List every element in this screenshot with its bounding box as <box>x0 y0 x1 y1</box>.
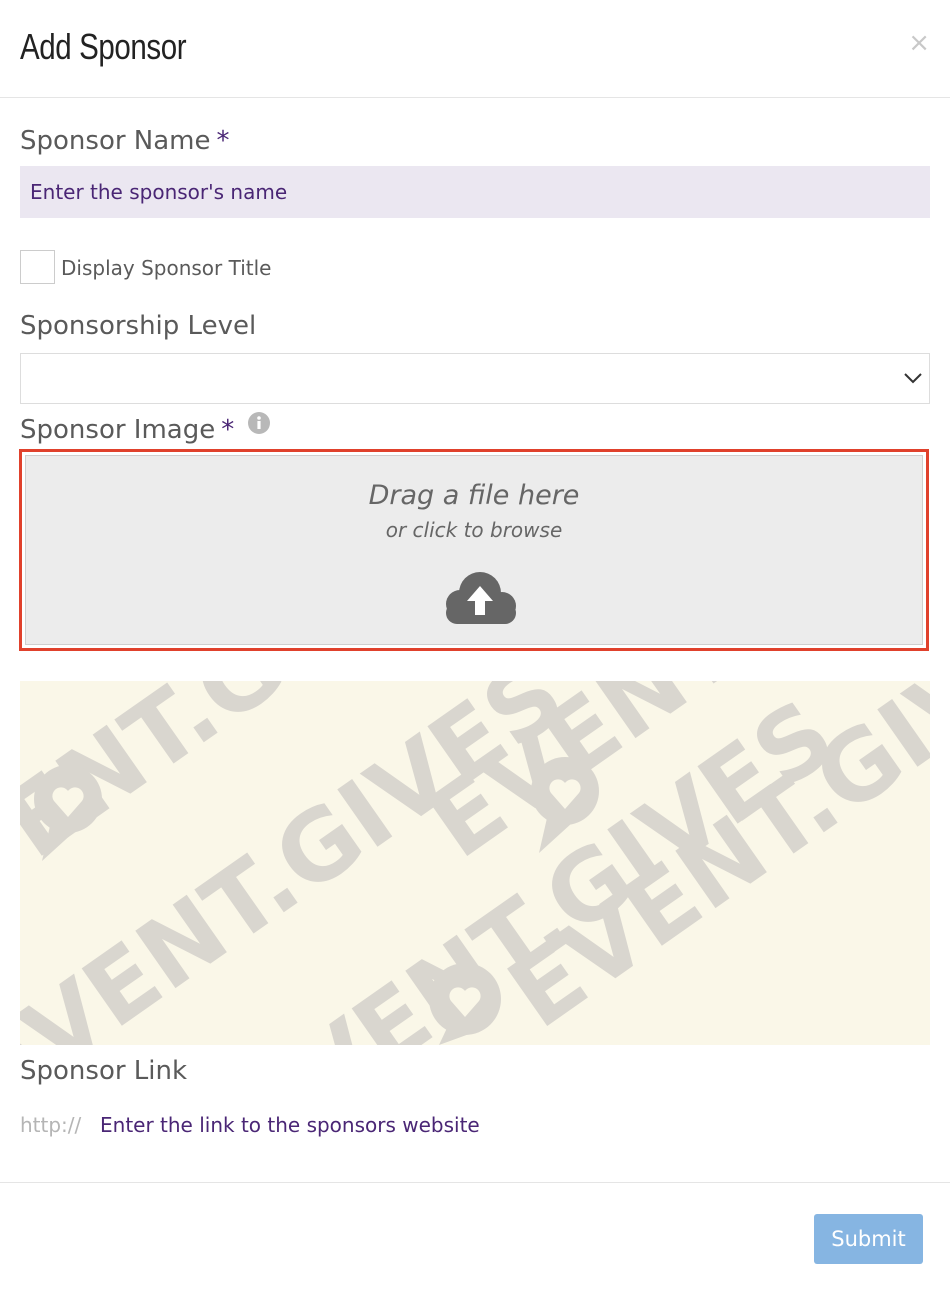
sponsor-image-label: Sponsor Image * <box>20 415 234 445</box>
sponsor-name-label: Sponsor Name * <box>20 126 230 156</box>
required-marker: * <box>221 415 235 445</box>
display-sponsor-title-label: Display Sponsor Title <box>61 256 272 280</box>
sponsorship-level-label: Sponsorship Level <box>20 311 257 341</box>
modal-footer: Submit <box>0 1182 950 1290</box>
sponsor-name-placeholder: Enter the sponsor's name <box>30 180 288 204</box>
sponsorship-level-select[interactable] <box>20 353 930 404</box>
sponsor-name-input[interactable]: Enter the sponsor's name <box>20 166 930 218</box>
submit-button[interactable]: Submit <box>814 1214 923 1264</box>
sponsor-image-dropzone[interactable]: Drag a file here or click to browse <box>25 455 923 645</box>
modal-header: Add Sponsor × <box>0 0 950 98</box>
sponsor-image-preview: EVENT.GIVES EVENT.GIVES EVENT.GIVES EVEN… <box>20 681 930 1045</box>
watermark-pattern: EVENT.GIVES EVENT.GIVES EVENT.GIVES EVEN… <box>20 681 930 1045</box>
sponsor-link-placeholder: Enter the link to the sponsors website <box>100 1113 480 1137</box>
sponsor-image-dropzone-outline: Drag a file here or click to browse <box>19 449 929 651</box>
sponsor-link-input[interactable]: Enter the link to the sponsors website <box>100 1113 480 1137</box>
sponsor-image-label-text: Sponsor Image <box>20 415 216 445</box>
dropzone-subtitle: or click to browse <box>385 518 563 542</box>
sponsor-name-label-text: Sponsor Name <box>20 126 211 156</box>
chevron-down-icon <box>904 373 922 384</box>
display-sponsor-title-checkbox[interactable] <box>20 250 55 284</box>
dropzone-title: Drag a file here <box>368 480 580 511</box>
cloud-upload-icon <box>446 572 516 624</box>
sponsor-link-label: Sponsor Link <box>20 1056 188 1086</box>
link-prefix: http:// <box>20 1113 82 1137</box>
info-circle-icon[interactable] <box>248 412 270 434</box>
required-marker: * <box>216 126 230 156</box>
close-icon[interactable]: × <box>908 30 930 56</box>
modal-title: Add Sponsor <box>20 26 187 67</box>
